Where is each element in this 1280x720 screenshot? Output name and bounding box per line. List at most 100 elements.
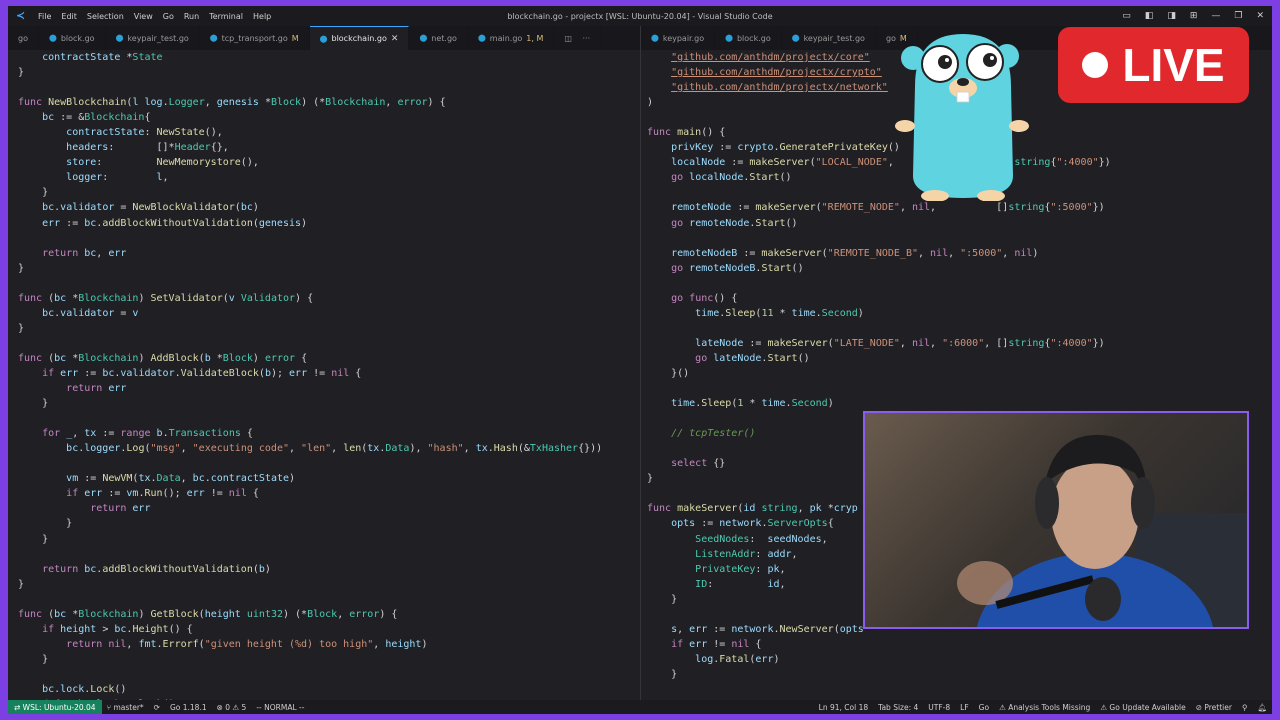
code-line[interactable]: } [18, 261, 640, 276]
sync-icon[interactable]: ⟳ [149, 703, 165, 712]
code-line[interactable] [18, 80, 640, 95]
tab-keypair-test-go[interactable]: ⬤ keypair_test.go [782, 26, 876, 50]
menu-item-file[interactable]: File [38, 12, 51, 21]
menu-item-go[interactable]: Go [163, 12, 174, 21]
remote-indicator[interactable]: ⇄ WSL: Ubuntu-20.04 [8, 700, 102, 714]
code-line[interactable]: logger: l, [18, 170, 640, 185]
tab-block-go[interactable]: ⬤ block.go [39, 26, 106, 50]
layout-icon[interactable]: ◧ [1145, 11, 1154, 21]
code-line[interactable] [18, 456, 640, 471]
menu-item-help[interactable]: Help [253, 12, 271, 21]
menu-item-run[interactable]: Run [184, 12, 199, 21]
code-line[interactable]: func NewBlockchain(l log.Logger, genesis… [18, 95, 640, 110]
menu-item-terminal[interactable]: Terminal [209, 12, 243, 21]
tab-keypair-test-go[interactable]: ⬤ keypair_test.go [106, 26, 200, 50]
tab-keypair-go[interactable]: ⬤ keypair.go [641, 26, 716, 50]
account-icon[interactable]: ⚲ [1237, 703, 1253, 712]
tab-main-go[interactable]: ⬤ main.go 1, M [468, 26, 555, 50]
minimize-icon[interactable]: — [1211, 11, 1220, 21]
editor-actions[interactable]: ◫ ··· [554, 26, 602, 50]
code-line[interactable]: func (bc *Blockchain) AddBlock(b *Block)… [18, 351, 640, 366]
encoding[interactable]: UTF-8 [923, 703, 955, 712]
code-line[interactable]: func (bc *Blockchain) GetBlock(height ui… [18, 607, 640, 622]
code-line[interactable]: log.Fatal(err) [647, 652, 1272, 667]
code-line[interactable] [18, 411, 640, 426]
bell-icon[interactable]: 🔔︎ [1252, 703, 1272, 712]
code-line[interactable]: contractState *State [18, 50, 640, 65]
code-line[interactable]: return err [18, 501, 640, 516]
code-line[interactable]: return bc.addBlockWithoutValidation(b) [18, 562, 640, 577]
tab-tcp-transport-go[interactable]: ⬤ tcp_transport.go M [200, 26, 310, 50]
code-line[interactable]: } [18, 65, 640, 80]
code-line[interactable]: for _, tx := range b.Transactions { [18, 426, 640, 441]
code-line[interactable] [647, 381, 1272, 396]
layout-icon[interactable]: ◨ [1167, 11, 1176, 21]
code-line[interactable] [18, 547, 640, 562]
layout-icon[interactable]: ▭ [1122, 11, 1131, 21]
code-line[interactable]: func (bc *Blockchain) SetValidator(v Val… [18, 291, 640, 306]
code-line[interactable] [18, 336, 640, 351]
code-line[interactable]: go remoteNode.Start() [647, 216, 1272, 231]
code-line[interactable] [18, 231, 640, 246]
language-mode[interactable]: Go [974, 703, 994, 712]
code-line[interactable]: headers: []*Header{}, [18, 140, 640, 155]
restore-icon[interactable]: ❐ [1234, 11, 1242, 21]
code-line[interactable]: time.Sleep(11 * time.Second) [647, 306, 1272, 321]
tab-size[interactable]: Tab Size: 4 [873, 703, 923, 712]
code-line[interactable] [647, 321, 1272, 336]
code-line[interactable]: remoteNodeB := makeServer("REMOTE_NODE_B… [647, 246, 1272, 261]
prettier[interactable]: ⊘ Prettier [1191, 703, 1237, 712]
code-line[interactable]: } [18, 577, 640, 592]
code-line[interactable]: time.Sleep(1 * time.Second) [647, 396, 1272, 411]
code-line[interactable]: bc.lock.Lock() [18, 682, 640, 697]
eol[interactable]: LF [955, 703, 974, 712]
menu-item-view[interactable]: View [134, 12, 153, 21]
code-line[interactable]: if err != nil { [647, 637, 1272, 652]
layout-icon[interactable]: ⊞ [1190, 11, 1198, 21]
more-actions-icon[interactable]: ··· [582, 34, 590, 43]
code-line[interactable]: } [18, 516, 640, 531]
code-line[interactable]: } [18, 396, 640, 411]
code-line[interactable]: } [647, 667, 1272, 682]
code-line[interactable]: return err [18, 381, 640, 396]
code-line[interactable] [18, 667, 640, 682]
code-line[interactable]: if height > bc.Height() { [18, 622, 640, 637]
code-line[interactable]: } [18, 185, 640, 200]
menu-item-edit[interactable]: Edit [61, 12, 77, 21]
code-line[interactable]: bc.logger.Log("msg", "executing code", "… [18, 441, 640, 456]
code-line[interactable]: lateNode := makeServer("LATE_NODE", nil,… [647, 336, 1272, 351]
code-line[interactable]: return bc, err [18, 246, 640, 261]
code-line[interactable] [647, 682, 1272, 697]
menu-item-selection[interactable]: Selection [87, 12, 124, 21]
go-version[interactable]: Go 1.18.1 [165, 703, 212, 712]
code-line[interactable]: return nil, fmt.Errorf("given height (%d… [18, 637, 640, 652]
code-line[interactable]: bc.validator = NewBlockValidator(bc) [18, 200, 640, 215]
code-line[interactable] [647, 276, 1272, 291]
code-line[interactable]: contractState: NewState(), [18, 125, 640, 140]
code-line[interactable]: remoteNode := makeServer("REMOTE_NODE", … [647, 200, 1272, 215]
code-line[interactable] [18, 276, 640, 291]
problems-indicator[interactable]: ⊗ 0 ⚠ 5 [212, 703, 252, 712]
code-line[interactable]: go remoteNodeB.Start() [647, 261, 1272, 276]
code-line[interactable]: bc.validator = v [18, 306, 640, 321]
code-line[interactable]: go lateNode.Start() [647, 351, 1272, 366]
code-line[interactable]: } [18, 652, 640, 667]
close-icon[interactable]: ✕ [1256, 11, 1264, 21]
split-editor-icon[interactable]: ◫ [564, 34, 572, 43]
tab-net-go[interactable]: ⬤ net.go [409, 26, 468, 50]
editor-left[interactable]: contractState *State} func NewBlockchain(… [8, 50, 640, 700]
tab-block-go[interactable]: ⬤ block.go [715, 26, 782, 50]
code-line[interactable] [18, 592, 640, 607]
analysis-tools[interactable]: ⚠ Analysis Tools Missing [994, 703, 1095, 712]
code-line[interactable]: store: NewMemorystore(), [18, 155, 640, 170]
go-update[interactable]: ⚠ Go Update Available [1095, 703, 1190, 712]
tab-blockchain-go[interactable]: ⬤ blockchain.go ✕ [309, 26, 410, 50]
code-line[interactable]: vm := NewVM(tx.Data, bc.contractState) [18, 471, 640, 486]
code-line[interactable] [647, 231, 1272, 246]
code-line[interactable]: } [18, 532, 640, 547]
code-line[interactable]: bc := &Blockchain{ [18, 110, 640, 125]
code-line[interactable]: err := bc.addBlockWithoutValidation(gene… [18, 216, 640, 231]
tab-close-icon[interactable]: ✕ [391, 34, 399, 44]
tab-go[interactable]: go [8, 26, 39, 50]
code-line[interactable]: }() [647, 366, 1272, 381]
